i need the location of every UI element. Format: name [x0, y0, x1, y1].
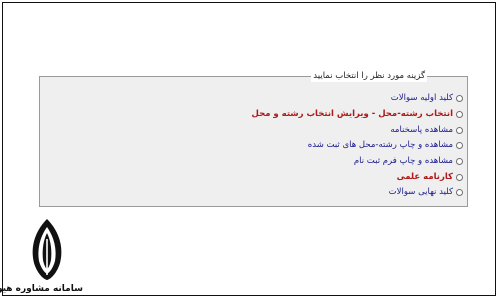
option-label[interactable]: مشاهده و چاپ فرم ثبت نام: [354, 156, 453, 167]
option-field-selection[interactable]: انتخاب رشته-محل - ویرایش انتخاب رشته و م…: [251, 107, 463, 123]
radio-button[interactable]: [456, 95, 463, 103]
option-label[interactable]: انتخاب رشته-محل - ویرایش انتخاب رشته و م…: [251, 109, 453, 120]
page-frame: گزینه مورد نظر را انتخاب نمایید کلید اول…: [0, 2, 496, 297]
option-final-answer-key[interactable]: کلید نهایی سوالات: [251, 185, 463, 201]
option-list: کلید اولیه سوالات انتخاب رشته-محل - ویرا…: [251, 91, 463, 201]
option-score-report[interactable]: کارنامه علمی: [251, 169, 463, 185]
radio-button[interactable]: [456, 142, 463, 150]
logo: سامانه مشاوره هیوا: [0, 217, 83, 297]
radio-button[interactable]: [456, 189, 463, 197]
radio-button[interactable]: [456, 173, 463, 181]
option-label[interactable]: مشاهده پاسخنامه: [390, 125, 453, 136]
option-preliminary-answer-key[interactable]: کلید اولیه سوالات: [251, 91, 463, 107]
option-label[interactable]: مشاهده و چاپ رشته-محل های ثبت شده: [308, 140, 453, 151]
option-label[interactable]: کلید اولیه سوالات: [391, 93, 453, 104]
option-print-registered-fields[interactable]: مشاهده و چاپ رشته-محل های ثبت شده: [251, 138, 463, 154]
logo-text: سامانه مشاوره هیوا: [0, 284, 83, 294]
option-view-answer-sheet[interactable]: مشاهده پاسخنامه: [251, 122, 463, 138]
radio-button[interactable]: [456, 111, 463, 119]
option-label[interactable]: کلید نهایی سوالات: [389, 187, 453, 198]
fieldset-legend: گزینه مورد نظر را انتخاب نمایید: [311, 71, 427, 82]
radio-button[interactable]: [456, 126, 463, 134]
options-fieldset: گزینه مورد نظر را انتخاب نمایید کلید اول…: [39, 71, 468, 207]
radio-button[interactable]: [456, 158, 463, 166]
pen-nib-logo-icon: [32, 219, 62, 280]
option-print-registration-form[interactable]: مشاهده و چاپ فرم ثبت نام: [251, 154, 463, 170]
option-label[interactable]: کارنامه علمی: [397, 172, 453, 183]
